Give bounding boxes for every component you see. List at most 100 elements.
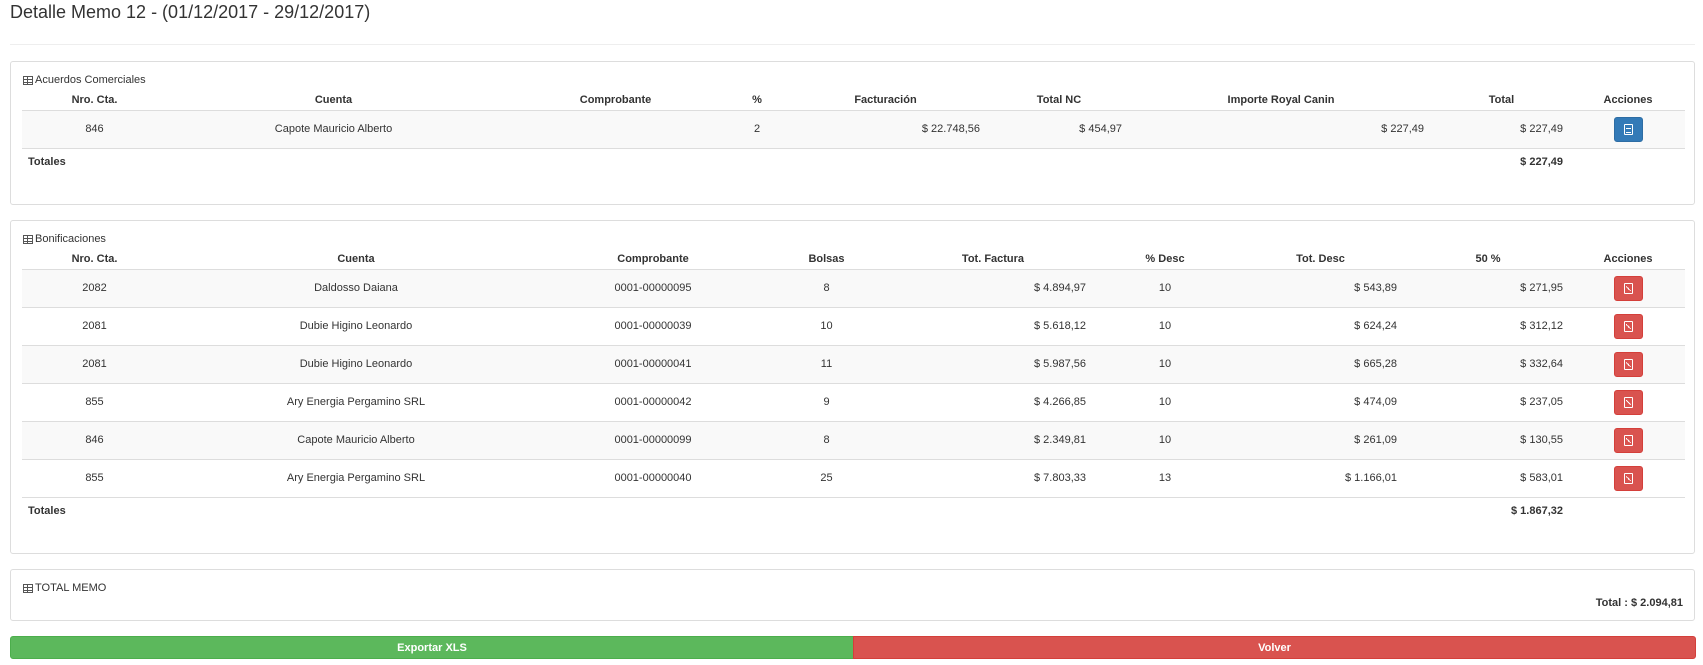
cell-comprobante: 0001-00000099 <box>545 421 761 460</box>
totals-row: Totales $ 227,49 <box>22 148 1685 176</box>
view-document-button[interactable] <box>1613 116 1643 142</box>
cell-bolsas: 11 <box>761 345 892 384</box>
cell-comprobante <box>500 110 731 149</box>
pdf-icon <box>1623 434 1633 446</box>
table-icon <box>23 583 33 593</box>
total-memo-value: Total : $ 2.094,81 <box>1595 597 1683 609</box>
cell-cuenta: Capote Mauricio Alberto <box>167 110 500 149</box>
pdf-icon <box>1623 282 1633 294</box>
cell-pct-desc: 10 <box>1094 269 1236 308</box>
pdf-icon <box>1623 320 1633 332</box>
total-memo-heading: TOTAL MEMO <box>23 582 106 594</box>
totals-row: Totales $ 1.867,32 <box>22 497 1685 525</box>
table-row: 855 Ary Energia Pergamino SRL 0001-0000004… <box>22 459 1685 498</box>
cell-comprobante: 0001-00000041 <box>545 345 761 384</box>
cell-tot-desc: $ 665,28 <box>1236 345 1405 384</box>
cell-cuenta: Dubie Higino Leonardo <box>167 307 545 346</box>
cell-pct-desc: 13 <box>1094 459 1236 498</box>
table-row: 2082 Daldosso Daiana 0001-00000095 8 $ 4.894… <box>22 269 1685 308</box>
column-header: Importe Royal Canin <box>1130 90 1432 111</box>
cell-nro-cta: 2081 <box>22 307 167 346</box>
column-header: Comprobante <box>500 90 731 111</box>
cell-pct-desc: 10 <box>1094 421 1236 460</box>
column-header: Acciones <box>1571 90 1685 111</box>
cell-actions <box>1571 307 1685 346</box>
cell-cuenta: Ary Energia Pergamino SRL <box>167 383 545 422</box>
export-xls-button[interactable]: Exportar XLS <box>10 636 854 659</box>
cell-comprobante: 0001-00000039 <box>545 307 761 346</box>
totals-label: Totales <box>28 156 66 169</box>
download-pdf-button[interactable] <box>1613 427 1643 453</box>
bonificaciones-panel: Bonificaciones Nro. Cta. Cuenta Comproba… <box>10 220 1695 554</box>
cell-nro-cta: 846 <box>22 110 167 149</box>
totals-value: $ 1.867,32 <box>1511 505 1563 518</box>
cell-tot-factura: $ 4.266,85 <box>892 383 1094 422</box>
cell-pct-desc: 10 <box>1094 345 1236 384</box>
bonificaciones-header-row: Nro. Cta. Cuenta Comprobante Bolsas Tot.… <box>22 249 1685 270</box>
page-title: Detalle Memo 12 - (01/12/2017 - 29/12/20… <box>10 2 371 22</box>
download-pdf-button[interactable] <box>1613 351 1643 377</box>
acuerdos-panel: Acuerdos Comerciales Nro. Cta. Cuenta Co… <box>10 61 1695 205</box>
cell-facturacion: $ 22.748,56 <box>783 110 988 149</box>
cell-cincuenta: $ 271,95 <box>1405 269 1571 308</box>
cell-cincuenta: $ 237,05 <box>1405 383 1571 422</box>
column-header: % <box>731 90 783 111</box>
cell-comprobante: 0001-00000040 <box>545 459 761 498</box>
cell-bolsas: 9 <box>761 383 892 422</box>
column-header: Cuenta <box>167 249 545 270</box>
cell-cincuenta: $ 130,55 <box>1405 421 1571 460</box>
cell-pct-desc: 10 <box>1094 383 1236 422</box>
cell-tot-factura: $ 2.349,81 <box>892 421 1094 460</box>
cell-total: $ 227,49 <box>1432 110 1571 149</box>
cell-cuenta: Daldosso Daiana <box>167 269 545 308</box>
cell-tot-desc: $ 624,24 <box>1236 307 1405 346</box>
pdf-icon <box>1623 358 1633 370</box>
total-memo-heading-label: TOTAL MEMO <box>35 582 107 594</box>
title-divider <box>10 44 1695 45</box>
download-pdf-button[interactable] <box>1613 313 1643 339</box>
cell-actions <box>1571 345 1685 384</box>
column-header: Total NC <box>988 90 1130 111</box>
cell-actions <box>1571 383 1685 422</box>
acuerdos-heading: Acuerdos Comerciales <box>23 74 146 86</box>
column-header: Nro. Cta. <box>22 249 167 270</box>
cell-tot-desc: $ 261,09 <box>1236 421 1405 460</box>
cell-actions <box>1571 110 1685 149</box>
total-memo-panel: TOTAL MEMO Total : $ 2.094,81 <box>10 569 1695 621</box>
download-pdf-button[interactable] <box>1613 275 1643 301</box>
cell-actions <box>1571 269 1685 308</box>
column-header: Bolsas <box>761 249 892 270</box>
acuerdos-table: Nro. Cta. Cuenta Comprobante % Facturaci… <box>22 90 1685 176</box>
cell-tot-desc: $ 543,89 <box>1236 269 1405 308</box>
column-header: Total <box>1432 90 1571 111</box>
column-header: Tot. Factura <box>892 249 1094 270</box>
cell-cincuenta: $ 332,64 <box>1405 345 1571 384</box>
download-pdf-button[interactable] <box>1613 389 1643 415</box>
cell-bolsas: 10 <box>761 307 892 346</box>
column-header: Comprobante <box>545 249 761 270</box>
cell-cincuenta: $ 583,01 <box>1405 459 1571 498</box>
download-pdf-button[interactable] <box>1613 465 1643 491</box>
cell-nro-cta: 2081 <box>22 345 167 384</box>
cell-actions <box>1571 421 1685 460</box>
cell-nro-cta: 855 <box>22 383 167 422</box>
cell-tot-factura: $ 7.803,33 <box>892 459 1094 498</box>
cell-bolsas: 25 <box>761 459 892 498</box>
cell-importe-royal-canin: $ 227,49 <box>1130 110 1432 149</box>
column-header: % Desc <box>1094 249 1236 270</box>
file-icon <box>1623 123 1633 135</box>
column-header: Cuenta <box>167 90 500 111</box>
bonificaciones-table: Nro. Cta. Cuenta Comprobante Bolsas Tot.… <box>22 249 1685 525</box>
cell-actions <box>1571 459 1685 498</box>
cell-pct-desc: 10 <box>1094 307 1236 346</box>
back-button[interactable]: Volver <box>853 636 1696 659</box>
cell-comprobante: 0001-00000042 <box>545 383 761 422</box>
table-row: 2081 Dubie Higino Leonardo 0001-00000039 10… <box>22 307 1685 346</box>
table-row: 2081 Dubie Higino Leonardo 0001-00000041 11… <box>22 345 1685 384</box>
table-row: 846 Capote Mauricio Alberto 2 $ 22.748,5… <box>22 110 1685 149</box>
cell-bolsas: 8 <box>761 421 892 460</box>
cell-cuenta: Ary Energia Pergamino SRL <box>167 459 545 498</box>
bonificaciones-heading-label: Bonificaciones <box>35 233 106 245</box>
table-row: 855 Ary Energia Pergamino SRL 0001-0000004… <box>22 383 1685 422</box>
cell-total-nc: $ 454,97 <box>988 110 1130 149</box>
